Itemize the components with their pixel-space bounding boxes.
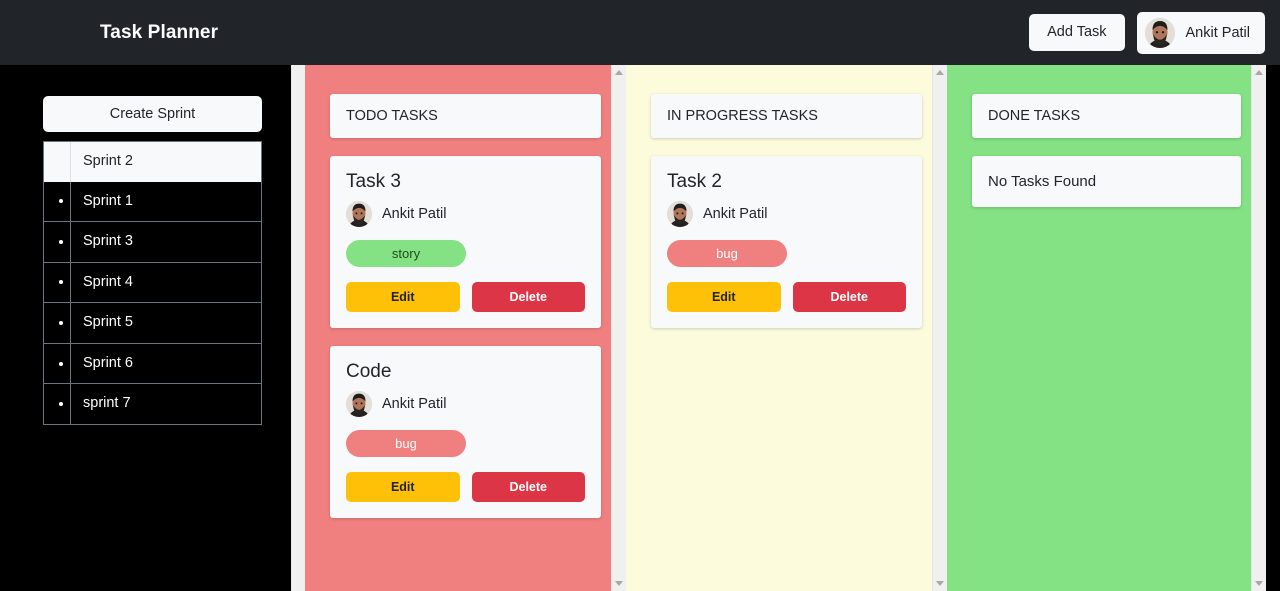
app-header: Task Planner Add Task Ankit Patil: [0, 0, 1280, 65]
board-area: Create Sprint Sprint 2 Sprint 1 Sprint 3 Sp…: [0, 65, 1280, 591]
task-title: Code: [346, 360, 392, 382]
column-todo: TODO TASKS Task 3 Ankit Patil story Edit De…: [305, 65, 626, 591]
column-header-done: DONE TASKS: [972, 94, 1241, 138]
sprint-list-item[interactable]: sprint 7: [44, 384, 261, 424]
add-task-button[interactable]: Add Task: [1029, 13, 1125, 52]
task-tag-badge: bug: [346, 429, 466, 457]
task-actions: Edit Delete: [667, 281, 906, 312]
empty-state-done: No Tasks Found: [972, 156, 1241, 207]
task-title: Task 2: [667, 171, 722, 192]
delete-task-button[interactable]: Delete: [792, 281, 906, 312]
sprint-list-item[interactable]: Sprint 3: [44, 222, 261, 263]
edit-task-button[interactable]: Edit: [346, 281, 460, 312]
column-scrollbar-todo[interactable]: [611, 65, 626, 591]
task-card[interactable]: Task 3 Ankit Patil story Edit Delete: [330, 156, 601, 328]
sprint-item-label[interactable]: Sprint 4: [70, 262, 261, 303]
user-avatar-icon: [1144, 17, 1175, 48]
delete-task-button[interactable]: Delete: [471, 471, 585, 502]
task-list-todo: Task 3 Ankit Patil story Edit Delete Code An…: [330, 156, 601, 518]
task-list-in-progress: Task 2 Ankit Patil bug Edit Delete: [651, 156, 922, 328]
sprint-list-item[interactable]: Sprint 1: [44, 181, 261, 223]
edit-task-button[interactable]: Edit: [346, 471, 460, 502]
column-header-in-progress: IN PROGRESS TASKS: [651, 94, 922, 138]
header-actions: Add Task Ankit Patil: [1029, 11, 1265, 54]
assignee-name-label: Ankit Patil: [703, 205, 768, 222]
sprint-item-label[interactable]: Sprint 3: [70, 222, 261, 262]
bullet-icon: [59, 239, 63, 244]
sprint-list-item[interactable]: Sprint 2: [44, 142, 261, 182]
bullet-icon: [59, 361, 63, 366]
scroll-up-arrow-icon[interactable]: [936, 70, 944, 75]
assignee-avatar-icon: [346, 200, 372, 227]
column-done: DONE TASKS No Tasks Found: [947, 65, 1266, 591]
assignee-avatar-icon: [346, 390, 372, 417]
task-actions: Edit Delete: [346, 471, 585, 502]
sidebar-scrollbar[interactable]: [291, 65, 305, 591]
delete-task-button[interactable]: Delete: [471, 281, 585, 312]
sprint-list-item[interactable]: Sprint 6: [44, 343, 261, 385]
sprint-item-label[interactable]: Sprint 5: [70, 303, 261, 343]
bullet-icon: [59, 199, 63, 204]
create-sprint-button[interactable]: Create Sprint: [43, 96, 262, 132]
column-in-progress: IN PROGRESS TASKS Task 2 Ankit Patil bug E…: [626, 65, 947, 591]
assignee-avatar-icon: [667, 200, 693, 227]
column-scrollbar-in-progress[interactable]: [932, 65, 947, 591]
user-name-label: Ankit Patil: [1185, 24, 1250, 41]
bullet-icon: [59, 280, 63, 285]
sprint-item-label[interactable]: sprint 7: [70, 384, 261, 424]
scroll-up-arrow-icon[interactable]: [615, 70, 623, 75]
sidebar: Create Sprint Sprint 2 Sprint 1 Sprint 3 Sp…: [0, 65, 305, 591]
bullet-icon: [59, 321, 63, 326]
scroll-down-arrow-icon[interactable]: [615, 581, 623, 586]
task-tag-badge: story: [346, 239, 466, 267]
sprint-item-label[interactable]: Sprint 2: [70, 142, 261, 182]
assignee-name-label: Ankit Patil: [382, 395, 447, 412]
sprint-list-item[interactable]: Sprint 4: [44, 262, 261, 304]
task-assignee: Ankit Patil: [667, 200, 906, 227]
sprint-list-item[interactable]: Sprint 5: [44, 303, 261, 344]
task-assignee: Ankit Patil: [346, 390, 585, 417]
task-card[interactable]: Task 2 Ankit Patil bug Edit Delete: [651, 156, 922, 328]
column-header-todo: TODO TASKS: [330, 94, 601, 138]
bullet-icon: [59, 402, 63, 407]
app-title: Task Planner: [100, 21, 219, 43]
sprint-list: Sprint 2 Sprint 1 Sprint 3 Sprint 4 Sprint 5…: [43, 141, 262, 425]
sprint-item-label[interactable]: Sprint 6: [70, 343, 261, 384]
task-assignee: Ankit Patil: [346, 200, 585, 227]
task-card[interactable]: Code Ankit Patil bug Edit Delete: [330, 345, 601, 518]
scroll-up-arrow-icon[interactable]: [1255, 70, 1263, 75]
sprint-item-label[interactable]: Sprint 1: [70, 181, 261, 222]
task-tag-badge: bug: [667, 239, 787, 267]
task-title: Task 3: [346, 171, 401, 192]
assignee-name-label: Ankit Patil: [382, 205, 447, 222]
scroll-down-arrow-icon[interactable]: [1255, 581, 1263, 586]
column-scrollbar-done[interactable]: [1251, 65, 1266, 591]
scroll-down-arrow-icon[interactable]: [936, 581, 944, 586]
edit-task-button[interactable]: Edit: [667, 281, 781, 312]
user-profile-chip[interactable]: Ankit Patil: [1136, 11, 1265, 54]
task-actions: Edit Delete: [346, 281, 585, 312]
